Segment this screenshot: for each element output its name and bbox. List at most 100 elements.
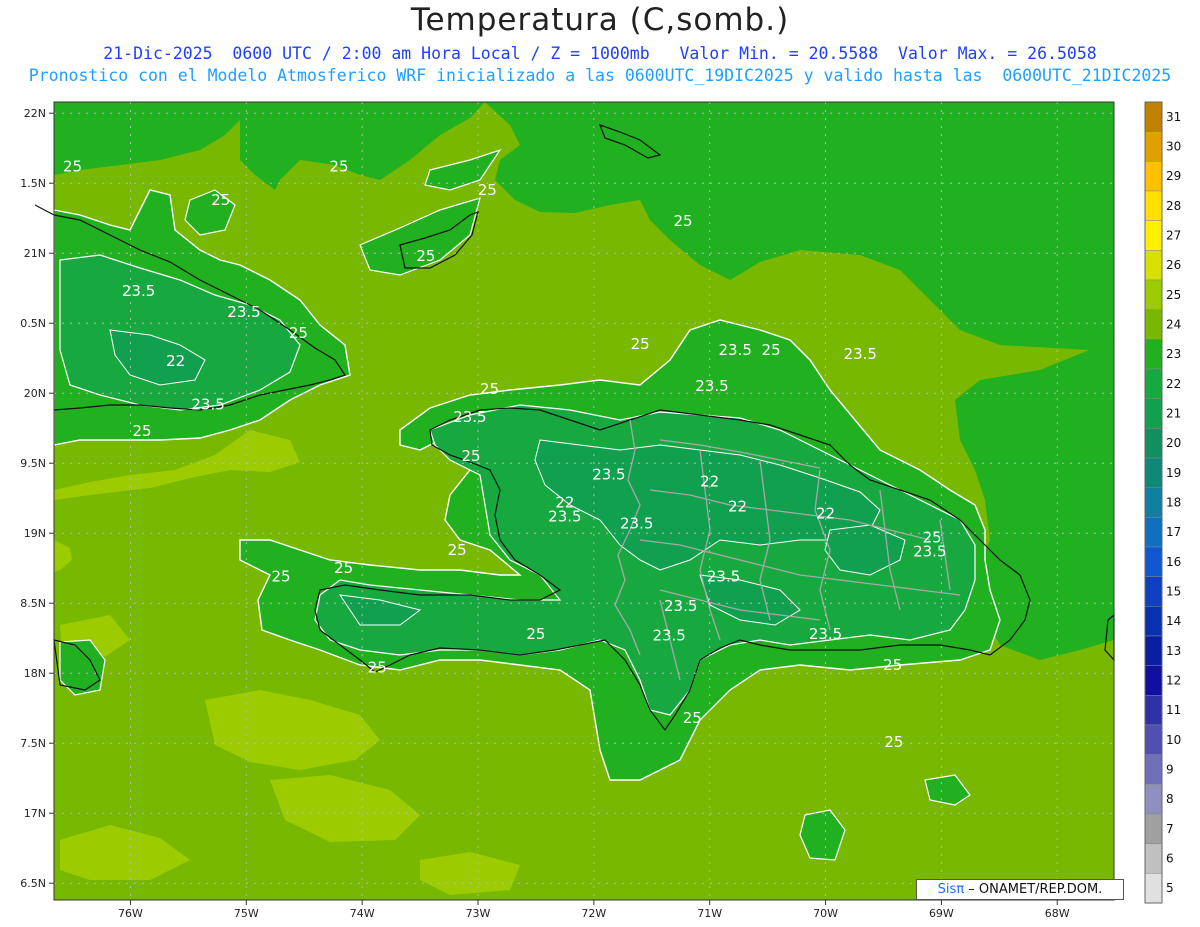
colorbar-swatch — [1144, 546, 1163, 577]
colorbar-label: 21 — [1166, 407, 1181, 421]
colorbar-swatch — [1144, 784, 1163, 815]
contour-label: 23.5 — [652, 626, 685, 644]
contour-label: 23.5 — [707, 568, 740, 586]
contour-label: 25 — [884, 733, 903, 751]
colorbar-label: 11 — [1166, 703, 1181, 717]
y-tick-label: 8.5N — [20, 597, 46, 610]
contour-label: 23.5 — [548, 507, 581, 525]
colorbar-label: 27 — [1166, 229, 1181, 243]
y-axis: 22N 1.5N 21N 0.5N 20N 9.5N 19N 8.5N 18N 7.5N 17N 6.… — [20, 107, 54, 890]
colorbar-label: 12 — [1166, 674, 1181, 688]
x-tick-label: 71W — [697, 907, 722, 920]
colorbar-label: 13 — [1166, 644, 1181, 658]
contour-label: 25 — [631, 335, 650, 353]
contour-label: 25 — [683, 709, 702, 727]
contour-label: 25 — [334, 559, 353, 577]
contour-label: 22 — [166, 352, 185, 370]
contour-label: 25 — [289, 324, 308, 342]
contour-label: 23.5 — [191, 395, 224, 413]
colorbar-swatch — [1144, 190, 1163, 221]
contour-label: 25 — [448, 541, 467, 559]
contour-label: 23.5 — [809, 625, 842, 643]
colorbar-swatch — [1144, 487, 1163, 518]
y-tick-label: 18N — [24, 667, 46, 680]
colorbar-swatch — [1144, 576, 1163, 607]
contour-label: 23.5 — [122, 282, 155, 300]
x-tick-label: 74W — [350, 907, 375, 920]
colorbar-swatch — [1144, 279, 1163, 310]
y-tick-label: 17N — [24, 807, 46, 820]
x-tick-label: 72W — [581, 907, 606, 920]
contour-label: 23.5 — [695, 377, 728, 395]
coastline-cuba-east — [34, 204, 55, 216]
colorbar-swatch — [1144, 131, 1163, 162]
x-tick-label: 73W — [466, 907, 491, 920]
colorbar-label: 17 — [1166, 525, 1181, 539]
x-tick-label: 76W — [118, 907, 143, 920]
contour-label: 23.5 — [592, 465, 625, 483]
contour-label: 22 — [728, 498, 747, 516]
credit-box: Sisπ – ONAMET/REP.DOM. — [916, 879, 1124, 900]
y-tick-label: 21N — [24, 247, 46, 260]
contour-label: 25 — [480, 380, 499, 398]
colorbar-label: 30 — [1166, 140, 1181, 154]
colorbar-label: 24 — [1166, 318, 1181, 332]
y-tick-label: 9.5N — [20, 457, 46, 470]
colorbar-label: 25 — [1166, 288, 1181, 302]
colorbar-label: 18 — [1166, 496, 1181, 510]
colorbar-swatch — [1144, 873, 1163, 904]
contour-label: 25 — [211, 191, 230, 209]
colorbar: 31 30 29 28 27 26 25 24 23 22 21 20 19 18 17 16 15 14 13 12… — [1144, 101, 1181, 904]
colorbar-swatch — [1144, 606, 1163, 637]
colorbar-label: 10 — [1166, 733, 1181, 747]
y-tick-label: 19N — [24, 527, 46, 540]
contour-label: 25 — [762, 341, 781, 359]
contour-label: 25 — [132, 422, 151, 440]
colorbar-label: 6 — [1166, 852, 1174, 866]
x-axis: 76W 75W 74W 73W 72W 71W 70W 69W 68W — [118, 900, 1070, 920]
colorbar-label: 14 — [1166, 614, 1181, 628]
credit-text: – ONAMET/REP.DOM. — [968, 882, 1103, 897]
x-tick-label: 75W — [234, 907, 259, 920]
colorbar-swatch — [1144, 843, 1163, 874]
colorbar-label: 20 — [1166, 436, 1181, 450]
colorbar-label: 22 — [1166, 377, 1181, 391]
y-tick-label: 6.5N — [20, 877, 46, 890]
colorbar-label: 31 — [1166, 110, 1181, 124]
colorbar-label: 16 — [1166, 555, 1181, 569]
colorbar-swatch — [1144, 457, 1163, 488]
colorbar-swatch — [1144, 665, 1163, 696]
y-tick-label: 1.5N — [20, 177, 46, 190]
colorbar-label: 26 — [1166, 258, 1181, 272]
x-tick-label: 68W — [1045, 907, 1070, 920]
colorbar-swatch — [1144, 724, 1163, 755]
colorbar-swatch — [1144, 339, 1163, 370]
contour-label: 25 — [478, 181, 497, 199]
contour-label: 22 — [700, 472, 719, 490]
contour-label: 23.5 — [620, 514, 653, 532]
contour-label: 23.5 — [453, 408, 486, 426]
contour-label: 23.5 — [844, 345, 877, 363]
contour-label: 23.5 — [227, 303, 260, 321]
contour-label: 25 — [368, 659, 387, 677]
temperature-map: 22N 1.5N 21N 0.5N 20N 9.5N 19N 8.5N 18N 7.5N 17N 6.… — [20, 101, 1181, 920]
colorbar-label: 15 — [1166, 585, 1181, 599]
colorbar-label: 9 — [1166, 763, 1174, 777]
contour-label: 25 — [272, 568, 291, 586]
brand-logo: Sisπ — [937, 882, 965, 897]
contour-label: 25 — [416, 247, 435, 265]
contour-label: 22 — [816, 505, 835, 523]
colorbar-label: 5 — [1166, 881, 1174, 895]
contour-label: 23.5 — [718, 341, 751, 359]
contour-label: 25 — [883, 656, 902, 674]
colorbar-swatch — [1144, 220, 1163, 251]
colorbar-label: 28 — [1166, 199, 1181, 213]
colorbar-swatch — [1144, 754, 1163, 785]
colorbar-swatch — [1144, 517, 1163, 548]
colorbar-swatch — [1144, 813, 1163, 844]
contour-label: 25 — [329, 157, 348, 175]
colorbar-label: 7 — [1166, 822, 1174, 836]
colorbar-label: 29 — [1166, 169, 1181, 183]
y-tick-label: 22N — [24, 107, 46, 120]
y-tick-label: 20N — [24, 387, 46, 400]
